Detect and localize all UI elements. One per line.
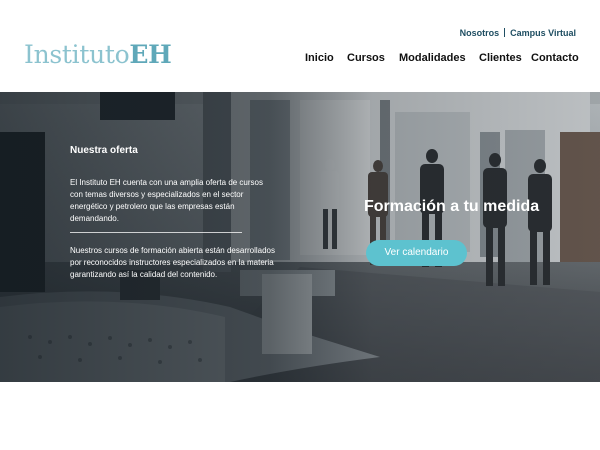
ver-calendario-button[interactable]: Ver calendario bbox=[366, 240, 467, 266]
nav-item-clientes[interactable]: Clientes bbox=[479, 52, 522, 64]
nav-item-inicio[interactable]: Inicio bbox=[305, 52, 334, 64]
nav-item-contacto[interactable]: Contacto bbox=[531, 52, 579, 64]
main-navigation: Inicio Cursos Modalidades Clientes Conta… bbox=[0, 52, 600, 66]
hero-banner: Nuestra oferta El Instituto EH cuenta co… bbox=[0, 92, 600, 382]
top-links: Nosotros Campus Virtual bbox=[460, 28, 576, 38]
top-links-divider bbox=[504, 28, 506, 37]
offer-heading: Nuestra oferta bbox=[70, 145, 138, 156]
offer-paragraph-2: Nuestros cursos de formación abierta est… bbox=[70, 246, 275, 279]
hero-headline: Formación a tu medida bbox=[364, 198, 540, 215]
nav-item-cursos[interactable]: Cursos bbox=[347, 52, 385, 64]
site-header: InstitutoEH Nosotros Campus Virtual Inici… bbox=[0, 0, 600, 92]
offer-divider bbox=[70, 232, 242, 233]
nosotros-link[interactable]: Nosotros bbox=[460, 28, 500, 38]
offer-paragraph-1: El Instituto EH cuenta con una amplia of… bbox=[70, 178, 263, 223]
campus-virtual-link[interactable]: Campus Virtual bbox=[510, 28, 576, 38]
hero-dark-overlay bbox=[0, 92, 600, 382]
nav-item-modalidades[interactable]: Modalidades bbox=[399, 52, 466, 64]
